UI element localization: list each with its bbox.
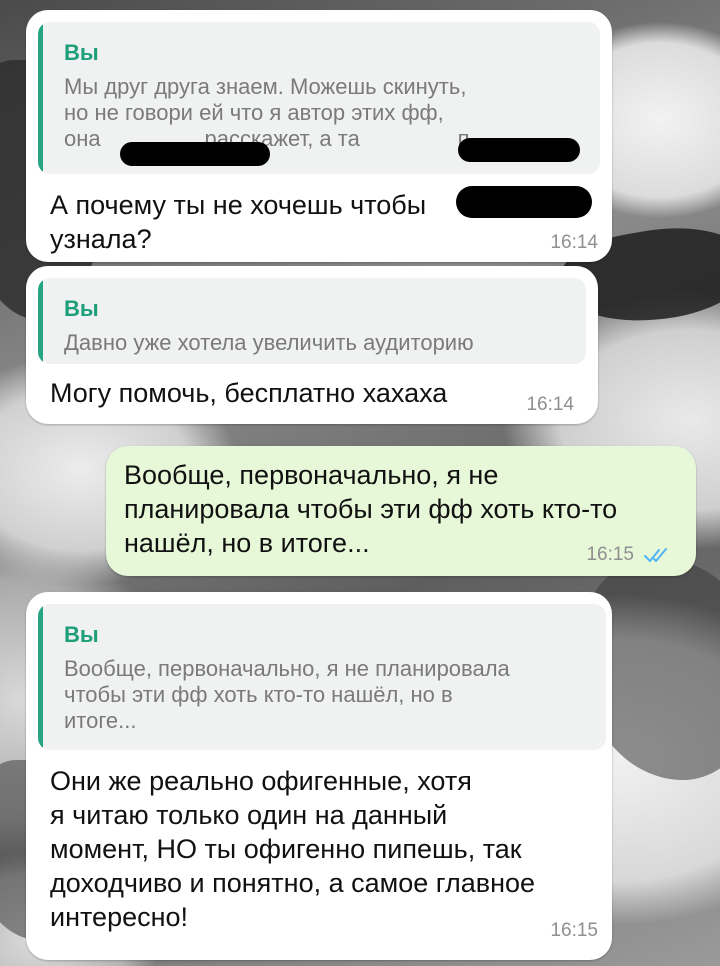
message-line: Они же реально офигенные, хотя	[50, 766, 472, 796]
reply-quote-line: итоге...	[64, 708, 137, 733]
read-receipt-double-check-icon	[644, 548, 667, 562]
reply-quote-accent-bar	[38, 604, 43, 750]
message-line: А почему ты не хочешь чтобы	[50, 190, 427, 220]
reply-quote-author: Вы	[64, 622, 99, 647]
message-line: я читаю только один на данный	[50, 800, 448, 830]
reply-quote-line: чтобы эти фф хоть кто-то нашёл, но в	[64, 682, 453, 707]
reply-quote-line: но не говори ей что я автор этих фф,	[64, 100, 444, 125]
chat-message-list[interactable]: Вы Мы друг друга знаем. Можешь скинуть, …	[0, 0, 720, 966]
incoming-message[interactable]: Вы Давно уже хотела увеличить аудиторию …	[26, 266, 598, 424]
reply-quote-text: Вообще, первоначально, я не планировала …	[64, 656, 588, 734]
message-timestamp: 16:14	[526, 394, 574, 415]
incoming-message[interactable]: Вы Мы друг друга знаем. Можешь скинуть, …	[26, 10, 612, 262]
reply-quote-accent-bar	[38, 22, 43, 174]
message-line: Вообще, первоначально, я не	[124, 460, 499, 490]
reply-quote-author: Вы	[64, 40, 99, 65]
reply-quote-line: Мы друг друга знаем. Можешь скинуть,	[64, 74, 467, 99]
redaction-mark	[120, 142, 270, 166]
message-text: Могу помочь, бесплатно хахаха	[50, 376, 447, 410]
message-line: момент, НО ты офигенно пипешь, так	[50, 834, 522, 864]
message-line: доходчиво и понятно, а самое главное	[50, 868, 536, 898]
redaction-mark	[456, 186, 592, 218]
message-line: планировала чтобы эти фф хоть кто-то	[124, 494, 618, 524]
message-text: А почему ты не хочешь чтобы узнала?	[50, 188, 426, 256]
message-timestamp: 16:15	[550, 920, 598, 941]
message-timestamp: 16:14	[550, 232, 598, 253]
reply-quote[interactable]: Вы Вообще, первоначально, я не планирова…	[38, 604, 606, 750]
message-text: Они же реально офигенные, хотя я читаю т…	[50, 764, 535, 934]
message-line: нашёл, но в итоге...	[124, 528, 370, 558]
outgoing-message[interactable]: Вообще, первоначально, я не планировала …	[106, 446, 696, 576]
message-line: узнала?	[50, 224, 152, 254]
incoming-message[interactable]: Вы Вообще, первоначально, я не планирова…	[26, 592, 612, 960]
reply-quote[interactable]: Вы Мы друг друга знаем. Можешь скинуть, …	[38, 22, 600, 174]
redaction-mark	[458, 138, 580, 162]
reply-quote-text: Давно уже хотела увеличить аудиторию	[64, 330, 568, 356]
message-line: Могу помочь, бесплатно хахаха	[50, 378, 448, 408]
reply-quote-line: Вообще, первоначально, я не планировала	[64, 656, 510, 681]
reply-quote-author: Вы	[64, 296, 99, 321]
message-line: интересно!	[50, 902, 189, 932]
message-timestamp: 16:15	[586, 544, 634, 565]
reply-quote-accent-bar	[38, 278, 43, 364]
message-text: Вообще, первоначально, я не планировала …	[124, 458, 617, 560]
reply-quote[interactable]: Вы Давно уже хотела увеличить аудиторию	[38, 278, 586, 364]
reply-quote-line: Давно уже хотела увеличить аудиторию	[64, 330, 474, 355]
